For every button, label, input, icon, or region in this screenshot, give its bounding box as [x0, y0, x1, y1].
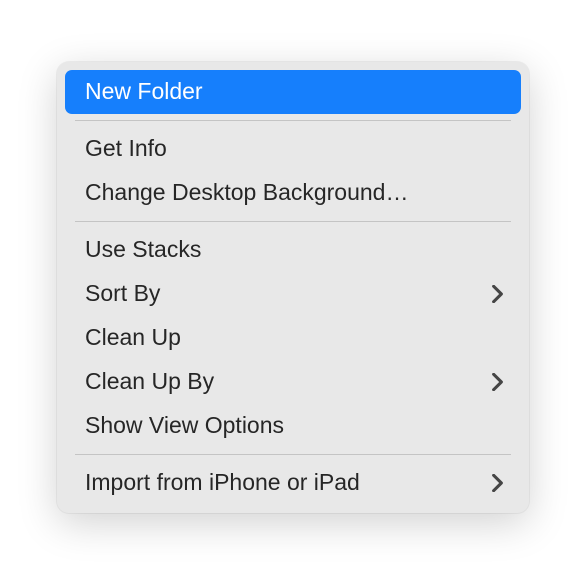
menu-divider	[75, 120, 511, 121]
menu-item-label: Show View Options	[85, 412, 284, 439]
menu-item-change-desktop-background[interactable]: Change Desktop Background…	[65, 171, 521, 215]
menu-item-label: Import from iPhone or iPad	[85, 469, 360, 496]
menu-item-use-stacks[interactable]: Use Stacks	[65, 228, 521, 272]
menu-item-clean-up-by[interactable]: Clean Up By	[65, 360, 521, 404]
menu-item-label: Get Info	[85, 135, 167, 162]
menu-item-label: Clean Up	[85, 324, 181, 351]
menu-item-clean-up[interactable]: Clean Up	[65, 316, 521, 360]
menu-divider	[75, 454, 511, 455]
menu-item-label: Use Stacks	[85, 236, 201, 263]
chevron-right-icon	[492, 474, 503, 492]
chevron-right-icon	[492, 373, 503, 391]
chevron-right-icon	[492, 285, 503, 303]
menu-item-label: Change Desktop Background…	[85, 179, 408, 206]
menu-item-sort-by[interactable]: Sort By	[65, 272, 521, 316]
context-menu: New Folder Get Info Change Desktop Backg…	[57, 62, 529, 513]
menu-item-get-info[interactable]: Get Info	[65, 127, 521, 171]
menu-item-label: Sort By	[85, 280, 160, 307]
menu-item-new-folder[interactable]: New Folder	[65, 70, 521, 114]
menu-divider	[75, 221, 511, 222]
menu-item-show-view-options[interactable]: Show View Options	[65, 404, 521, 448]
menu-item-import-from-iphone-or-ipad[interactable]: Import from iPhone or iPad	[65, 461, 521, 505]
menu-item-label: New Folder	[85, 78, 203, 105]
menu-item-label: Clean Up By	[85, 368, 214, 395]
